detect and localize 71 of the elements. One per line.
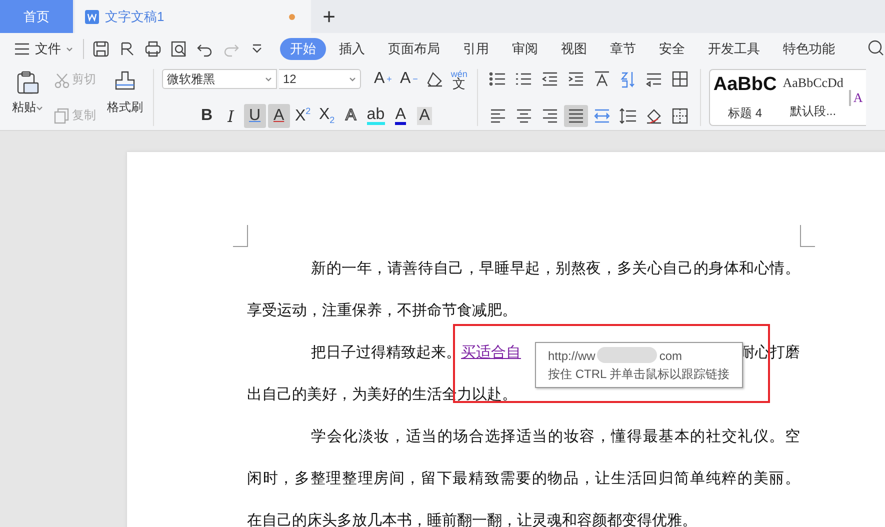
caret-icon[interactable] <box>36 105 43 111</box>
style-item[interactable]: AaBbC 标题 4 <box>710 70 780 125</box>
align-icon <box>515 107 534 125</box>
caret-icon[interactable] <box>349 76 356 82</box>
ribbon-tab[interactable]: 章节 <box>600 38 646 60</box>
sort-icon <box>619 70 638 88</box>
body-text: 学会化淡妆，适当的场合选择适当的妆容，懂得最基本的社交礼仪。空 <box>310 426 800 447</box>
caret-icon[interactable] <box>66 46 73 52</box>
body-text: 享受运动，注重保养，不拼命节食减肥。 <box>247 300 517 321</box>
format-button[interactable]: A <box>268 104 290 128</box>
bullet-list-icon <box>489 70 508 88</box>
format-button[interactable]: ab <box>364 104 388 128</box>
style-item[interactable]: A <box>846 70 866 125</box>
align-icon <box>541 107 560 125</box>
new-tab-button[interactable]: + <box>313 0 345 33</box>
text-direction-icon <box>593 70 612 88</box>
file-menu[interactable]: 文件 <box>14 40 73 58</box>
ribbon-tab[interactable]: 页面布局 <box>378 38 450 60</box>
corner-mark <box>233 225 248 247</box>
tooltip-hint: 按住 CTRL 并单击鼠标以跟踪链接 <box>548 366 730 383</box>
borders-icon <box>671 107 690 125</box>
align-icon <box>489 107 508 125</box>
font-name-field[interactable]: 微软雅黑 <box>162 69 277 89</box>
indent-icon <box>567 70 586 88</box>
save-icon[interactable] <box>92 40 110 58</box>
scissors-icon <box>54 72 70 88</box>
format-button[interactable]: B <box>196 104 218 128</box>
ribbon-tab[interactable]: 安全 <box>649 38 695 60</box>
print-icon[interactable] <box>144 40 162 58</box>
redacted-blur <box>597 347 658 363</box>
table-icon <box>671 70 690 88</box>
body-text: 闲时，多整理整理房间，留下最精致需要的物品，让生活回归简单纯粹的美丽。 <box>247 468 800 489</box>
font-size-field[interactable]: 12 <box>279 69 361 89</box>
search-icon[interactable] <box>867 38 885 56</box>
eraser-icon <box>426 70 444 88</box>
format-button[interactable]: A <box>340 104 362 128</box>
align-icon <box>593 107 612 125</box>
ribbon-tab[interactable]: 引用 <box>453 38 499 60</box>
tooltip-url: http://ww <box>548 348 596 365</box>
body-text: 在自己的床头多放几本书，睡前翻一翻，让灵魂和容颜都变得优雅。 <box>247 510 697 527</box>
caret-icon[interactable] <box>265 76 272 82</box>
outdent-icon <box>541 70 560 88</box>
clipboard-icon <box>16 71 40 95</box>
menu-icon <box>14 41 30 57</box>
style-item[interactable]: AaBbCcDd 默认段... <box>780 70 846 125</box>
paint-bucket-icon <box>645 107 664 125</box>
pinyin-button[interactable]: wén 文 <box>448 69 470 89</box>
format-button[interactable]: U <box>244 104 266 128</box>
format-button[interactable]: X$_{2}$ <box>316 104 338 128</box>
align-button[interactable] <box>564 105 588 127</box>
ribbon-tab[interactable]: 特色功能 <box>773 38 845 60</box>
copy-icon <box>54 108 70 124</box>
format-button[interactable]: X$^{2}$ <box>292 104 314 128</box>
ribbon-tab[interactable]: 开发工具 <box>698 38 770 60</box>
tooltip-url: com <box>659 348 682 365</box>
format-button[interactable]: A <box>390 104 412 128</box>
print-preview-icon[interactable] <box>170 40 188 58</box>
ribbon-tab[interactable]: 视图 <box>551 38 597 60</box>
hyperlink[interactable]: 买适合自 <box>461 343 521 361</box>
line-spacing-icon <box>619 107 638 125</box>
align-icon <box>567 107 586 125</box>
body-text: 新的一年，请善待自己，早睡早起，别熬夜，多关心自己的身体和心情。 <box>310 258 800 279</box>
corner-mark <box>800 225 815 247</box>
document-icon <box>85 10 99 24</box>
body-text: 把日子过得精致起来。买适合自 <box>310 342 521 363</box>
ribbon-tab[interactable]: 插入 <box>329 38 375 60</box>
document-tab[interactable]: 文字文稿1 <box>75 0 311 33</box>
format-painter-button[interactable]: 格式刷 <box>105 69 145 126</box>
ribbon-tab[interactable]: 审阅 <box>502 38 548 60</box>
paste-button[interactable]: 粘贴 <box>10 69 45 126</box>
format-button[interactable]: I <box>220 104 242 128</box>
